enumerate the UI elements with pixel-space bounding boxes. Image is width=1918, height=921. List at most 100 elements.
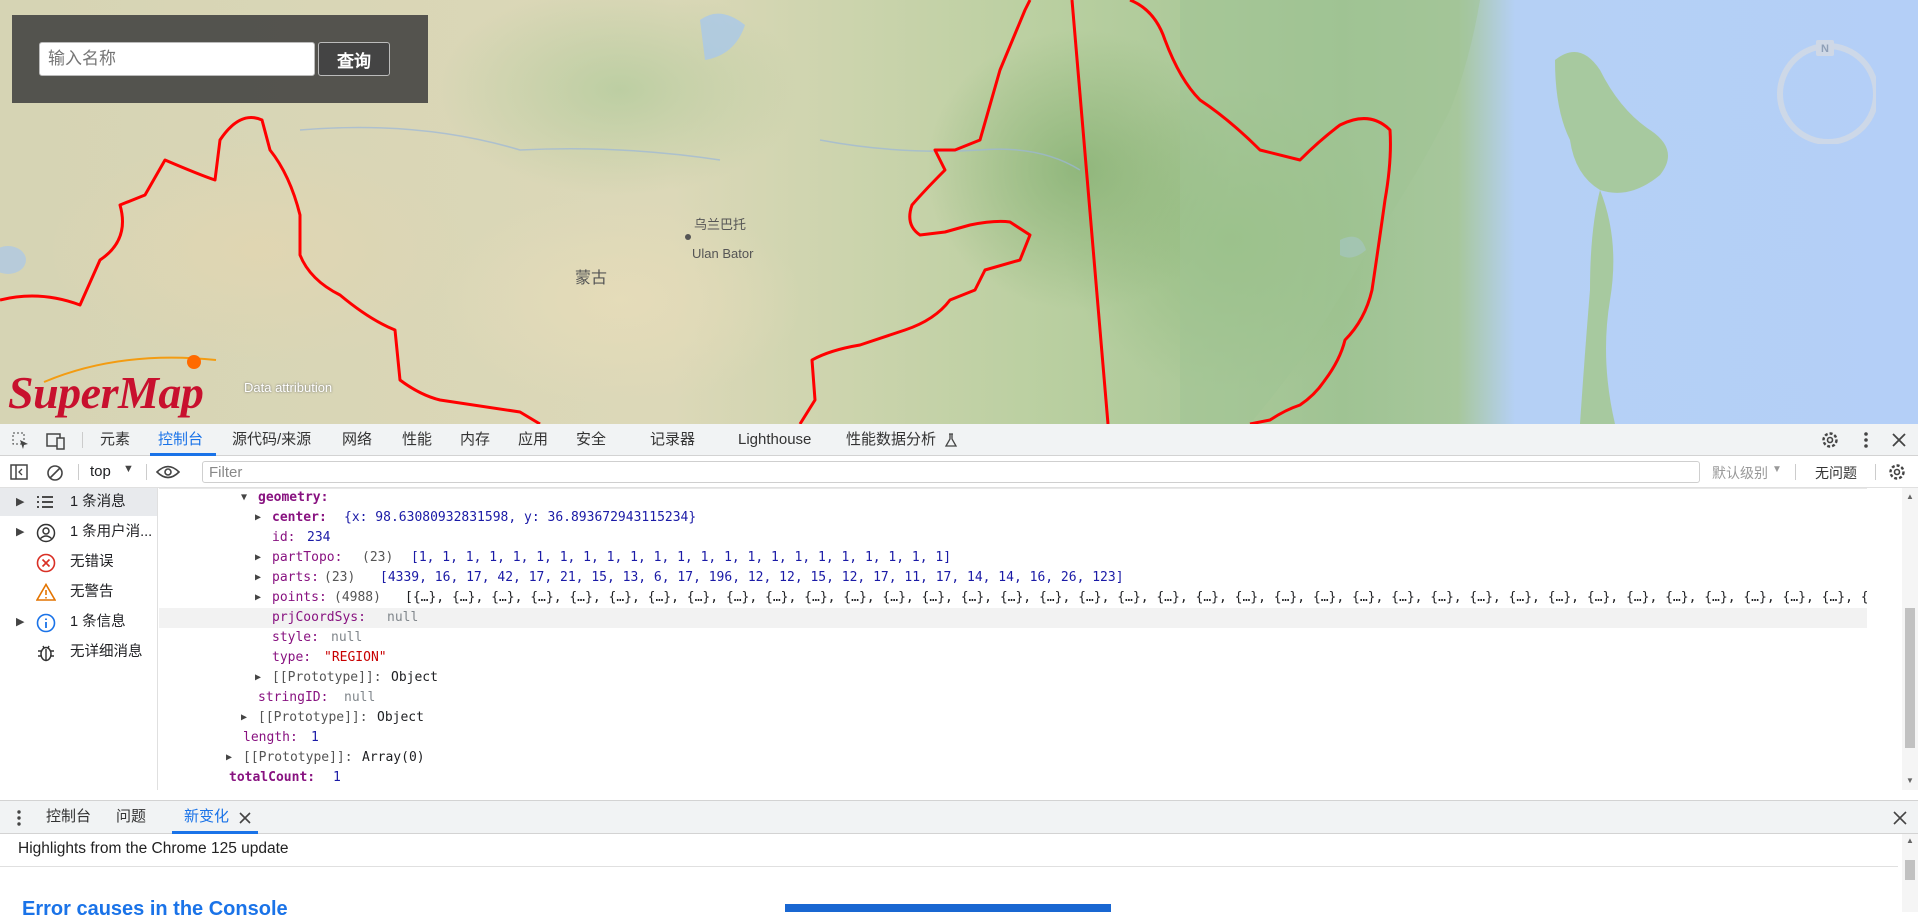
console-line-center[interactable]: ▶ center: {x: 98.63080932831598, y: 36.8… [159, 508, 1867, 528]
compass-north-label: N [1821, 43, 1829, 55]
sidebar-item-label: 无错误 [70, 554, 114, 570]
log-level-chevron-icon[interactable]: ▼ [1772, 464, 1782, 475]
expand-arrow-icon[interactable]: ▶ [16, 488, 24, 516]
live-expression-eye-icon[interactable] [156, 465, 180, 479]
device-toggle-icon[interactable] [46, 432, 66, 450]
property-value: Object [391, 670, 438, 685]
property-value: [{…}, {…}, {…}, {…}, {…}, {…}, {…}, {…},… [405, 590, 1867, 605]
expand-arrow-icon[interactable]: ▶ [255, 668, 261, 688]
drawer-scrollbar[interactable]: ▲ [1902, 834, 1918, 912]
property-key: type: [272, 650, 312, 665]
property-value: null [331, 630, 363, 645]
expand-arrow-icon[interactable]: ▶ [226, 748, 232, 768]
console-sidebar: ▶ 1 条消息 ▶ 1 条用户消... 无错误 无警告 ▶ 1 条信息 无详细消… [0, 488, 158, 790]
map-view[interactable]: 乌兰巴托 Ulan Bator 蒙古 查询 SuperMap Data attr… [0, 0, 1918, 424]
tab-security[interactable]: 安全 [576, 424, 606, 456]
array-length: (4988) [334, 590, 381, 605]
clear-console-icon[interactable] [46, 464, 64, 482]
collapse-arrow-icon[interactable]: ▼ [241, 488, 247, 508]
tab-memory[interactable]: 内存 [460, 424, 490, 456]
array-length: (23) [324, 570, 356, 585]
expand-arrow-icon[interactable]: ▶ [255, 588, 261, 608]
console-line-array-prototype[interactable]: ▶ [[Prototype]]: Array(0) [159, 748, 1867, 768]
console-line-parts[interactable]: ▶ parts: (23) [4339, 16, 17, 42, 17, 21,… [159, 568, 1867, 588]
property-value: null [344, 690, 376, 705]
expand-arrow-icon[interactable]: ▶ [255, 508, 261, 528]
tab-recorder[interactable]: 记录器 [650, 424, 695, 456]
drawer-menu-icon[interactable] [14, 809, 24, 827]
settings-gear-icon[interactable] [1820, 430, 1840, 450]
tab-lighthouse[interactable]: Lighthouse [738, 424, 811, 456]
drawer-tab-console[interactable]: 控制台 [46, 801, 91, 833]
toolbar-divider [1875, 464, 1876, 480]
property-key: [[Prototype]]: [272, 670, 382, 685]
expand-arrow-icon[interactable]: ▶ [16, 518, 24, 546]
toolbar-divider [146, 464, 147, 480]
drawer-tab-issues[interactable]: 问题 [116, 801, 146, 833]
array-length: (23) [362, 550, 394, 565]
sidebar-item-verbose[interactable]: 无详细消息 [0, 638, 157, 666]
console-line-prjcoordsys: prjCoordSys: null [159, 608, 1867, 628]
console-line-parttopo[interactable]: ▶ partTopo: (23) [1, 1, 1, 1, 1, 1, 1, 1… [159, 548, 1867, 568]
issues-counter[interactable]: 无问题 [1815, 463, 1857, 483]
scroll-down-icon[interactable]: ▼ [1906, 776, 1914, 785]
scrollbar-thumb[interactable] [1905, 608, 1915, 748]
close-tab-icon[interactable] [239, 812, 251, 824]
scroll-up-icon[interactable]: ▲ [1906, 836, 1914, 845]
compass-icon[interactable]: N [1776, 40, 1876, 144]
property-key: center: [272, 510, 327, 525]
expand-arrow-icon[interactable]: ▶ [255, 568, 261, 588]
sidebar-item-messages[interactable]: ▶ 1 条消息 [0, 488, 157, 516]
sidebar-item-warnings[interactable]: 无警告 [0, 578, 157, 606]
sidebar-item-errors[interactable]: 无错误 [0, 548, 157, 576]
context-chevron-down-icon[interactable]: ▼ [123, 463, 134, 475]
console-output[interactable]: ▼ geometry: ▶ center: {x: 98.63080932831… [159, 488, 1899, 790]
map-label-mongolia: 蒙古 [575, 270, 608, 287]
expand-arrow-icon[interactable]: ▶ [255, 548, 261, 568]
console-line-style: style: null [159, 628, 1867, 648]
sidebar-item-info[interactable]: ▶ 1 条信息 [0, 608, 157, 636]
console-line-geometry[interactable]: ▼ geometry: [159, 488, 1867, 508]
console-line-type: type: "REGION" [159, 648, 1867, 668]
context-selector[interactable]: top [90, 463, 111, 480]
property-key: id: [272, 530, 296, 545]
more-options-icon[interactable] [1860, 430, 1872, 450]
inspect-element-icon[interactable] [12, 432, 30, 450]
tab-console[interactable]: 控制台 [158, 424, 203, 456]
property-value: 234 [307, 530, 331, 545]
article-title-link[interactable]: Error causes in the Console [22, 898, 288, 921]
sidebar-item-user-messages[interactable]: ▶ 1 条用户消... [0, 518, 157, 546]
console-line-id: id: 234 [159, 528, 1867, 548]
property-key: partTopo: [272, 550, 343, 565]
close-drawer-icon[interactable] [1893, 811, 1907, 825]
map-label-ulaanbaatar-en: Ulan Bator [692, 246, 754, 261]
scrollbar-thumb[interactable] [1905, 860, 1915, 880]
tab-sources[interactable]: 源代码/来源 [232, 424, 311, 456]
tab-performance[interactable]: 性能 [402, 424, 432, 456]
console-line-geometry-prototype[interactable]: ▶ [[Prototype]]: Object [159, 668, 1867, 688]
expand-arrow-icon[interactable]: ▶ [16, 608, 24, 636]
info-icon [36, 613, 56, 633]
tab-performance-insights[interactable]: 性能数据分析 [846, 424, 936, 456]
tab-application[interactable]: 应用 [518, 424, 548, 456]
close-devtools-icon[interactable] [1891, 432, 1907, 448]
property-key: points: [272, 590, 327, 605]
console-line-points[interactable]: ▶ points: (4988) [{…}, {…}, {…}, {…}, {…… [159, 588, 1867, 608]
search-input[interactable] [39, 42, 315, 76]
log-level-dropdown[interactable]: 默认级别 [1712, 463, 1768, 483]
map-label-ulaanbaatar-cn: 乌兰巴托 [694, 217, 747, 232]
attribution-link[interactable]: Data attribution [244, 380, 332, 395]
search-button[interactable]: 查询 [318, 42, 390, 76]
tab-elements[interactable]: 元素 [100, 424, 130, 456]
tab-network[interactable]: 网络 [342, 424, 372, 456]
console-line-feature-prototype[interactable]: ▶ [[Prototype]]: Object [159, 708, 1867, 728]
expand-arrow-icon[interactable]: ▶ [241, 708, 247, 728]
sidebar-toggle-icon[interactable] [10, 464, 28, 480]
search-panel: 查询 [12, 15, 428, 103]
console-filter-input[interactable] [202, 461, 1700, 483]
console-settings-gear-icon[interactable] [1887, 462, 1907, 482]
console-scrollbar[interactable]: ▲ ▼ [1902, 488, 1918, 790]
scroll-up-icon[interactable]: ▲ [1906, 492, 1914, 501]
property-value: Object [377, 710, 424, 725]
drawer-tab-whats-new[interactable]: 新变化 [184, 801, 229, 833]
